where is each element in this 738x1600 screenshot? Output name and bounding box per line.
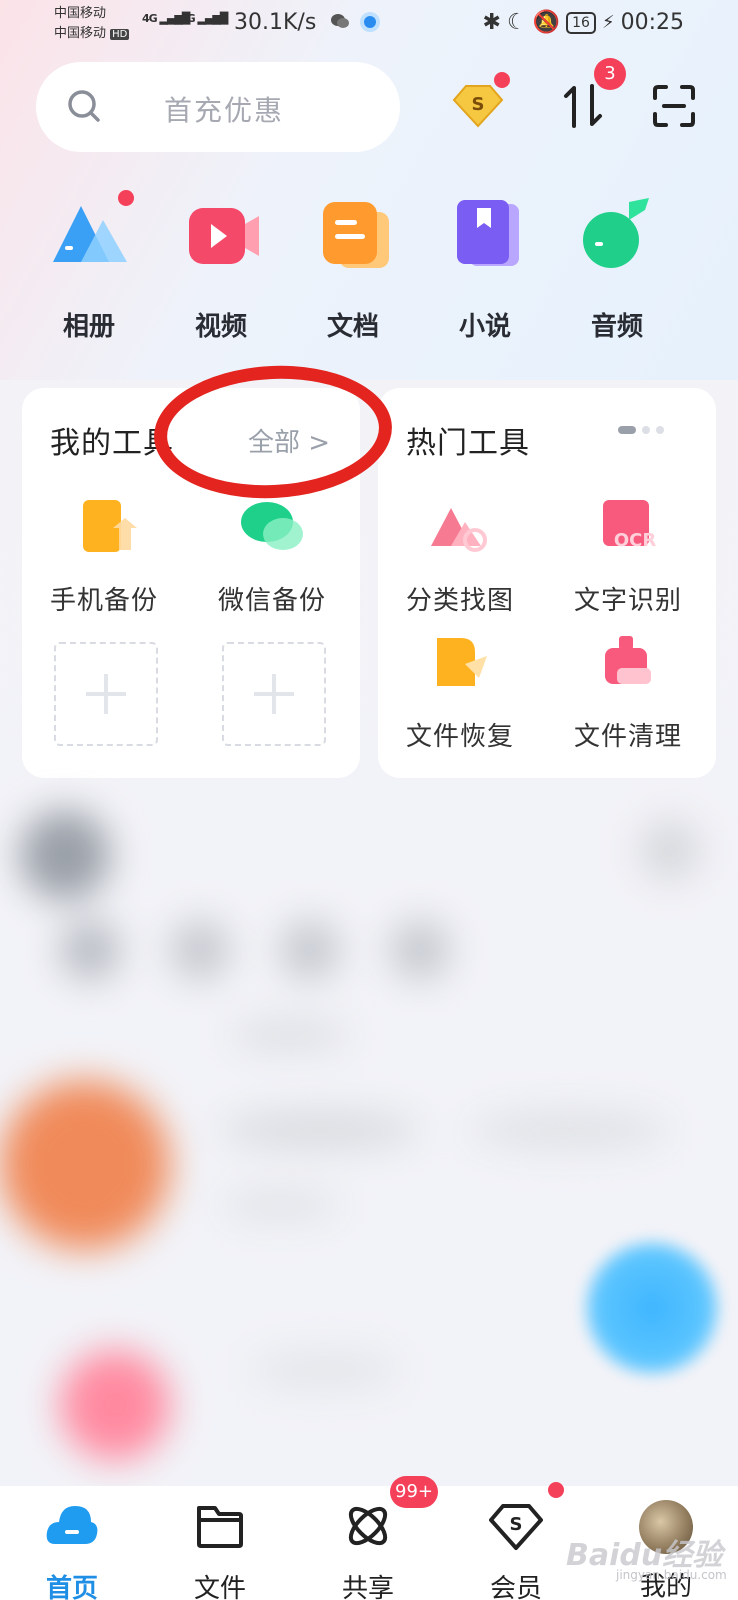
search-placeholder: 首充优惠	[164, 94, 285, 127]
clock: 00:25	[620, 10, 684, 35]
tool-label: 文件清理	[573, 722, 682, 752]
category-album[interactable]: 相册	[34, 196, 144, 343]
transfer-icon[interactable]	[562, 84, 604, 128]
nav-label: 会员	[489, 1574, 542, 1600]
carrier-info: 中国移动 中国移动 HD	[54, 4, 130, 45]
document-icon	[323, 202, 389, 268]
carrier-2: 中国移动 HD	[54, 26, 130, 41]
category-video[interactable]: 视频	[166, 196, 276, 343]
folder-icon	[197, 1506, 243, 1548]
app-notification-icon	[360, 12, 380, 32]
novel-icon	[457, 200, 519, 266]
hot-tools-card: 热门工具 分类找图 OCR 文字识别 文件恢复 文件清理	[378, 388, 716, 778]
moon-icon: ☾	[506, 10, 527, 35]
vip-nav-dot	[548, 1482, 564, 1498]
search-icon	[68, 90, 100, 122]
status-bar: 中国移动 中国移动 HD 4G ▂▄▆█ 4G ▂▄▆█ 30.1K/s ✱ ☾…	[0, 0, 738, 48]
category-label: 文档	[326, 312, 379, 342]
category-label: 相册	[62, 312, 115, 342]
vip-diamond-icon: S	[489, 1504, 543, 1550]
share-atom-icon	[348, 1506, 388, 1546]
signal-icon-2: 4G ▂▄▆█	[180, 12, 228, 25]
nav-label: 共享	[341, 1574, 394, 1600]
file-clean-icon	[605, 636, 651, 684]
tool-image-search[interactable]: 分类找图	[390, 498, 530, 617]
pager-dot-active	[618, 426, 636, 434]
charging-icon: ⚡	[601, 12, 615, 33]
category-label: 小说	[458, 312, 511, 342]
network-speed: 30.1K/s	[234, 10, 317, 35]
hot-tools-title: 热门工具	[406, 426, 530, 461]
file-recover-icon	[437, 638, 487, 686]
tool-file-clean[interactable]: 文件清理	[558, 634, 698, 753]
pager-dot	[656, 426, 664, 434]
nav-home[interactable]: 首页	[22, 1500, 122, 1600]
wechat-backup-icon	[241, 502, 303, 550]
watermark-url: jingyan.baidu.com	[616, 1568, 727, 1582]
ocr-icon: OCR	[603, 500, 657, 551]
hot-tools-pager	[618, 426, 664, 434]
nav-label: 文件	[193, 1574, 246, 1600]
nav-label: 首页	[45, 1574, 98, 1600]
category-label: 音频	[590, 312, 643, 342]
pager-dot	[642, 426, 650, 434]
image-search-icon	[431, 508, 487, 552]
nav-files[interactable]: 文件	[170, 1500, 270, 1600]
search-bar[interactable]: 首充优惠	[36, 62, 400, 152]
tool-file-recover[interactable]: 文件恢复	[390, 634, 530, 753]
status-right: ✱ ☾ 🔕 16 ⚡ 00:25	[483, 10, 684, 35]
nav-share[interactable]: 共享	[318, 1500, 418, 1600]
svg-text:S: S	[510, 1514, 523, 1535]
transfer-badge: 3	[594, 58, 626, 90]
hd-badge: HD	[110, 29, 130, 40]
vip-coin-icon[interactable]: S	[452, 82, 504, 128]
scan-icon[interactable]	[652, 84, 696, 128]
tool-phone-backup[interactable]: 手机备份	[34, 498, 174, 617]
vip-notification-dot	[494, 72, 510, 88]
tool-ocr[interactable]: OCR 文字识别	[558, 498, 698, 617]
floating-action-button[interactable]	[582, 1238, 722, 1378]
mute-bell-icon: 🔕	[532, 10, 561, 35]
svg-text:S: S	[472, 94, 485, 115]
tool-label: 微信备份	[217, 586, 326, 616]
tool-label: 文件恢复	[405, 722, 514, 752]
category-novel[interactable]: 小说	[430, 196, 540, 343]
tool-label: 文字识别	[573, 586, 682, 616]
nav-vip[interactable]: S 会员	[466, 1500, 566, 1600]
battery-icon: 16	[566, 11, 596, 34]
album-notification-dot	[118, 190, 134, 206]
carrier-1: 中国移动	[54, 6, 107, 21]
add-tool-slot-2[interactable]	[222, 642, 326, 746]
category-audio[interactable]: 音频	[562, 196, 672, 343]
tool-wechat-backup[interactable]: 微信备份	[202, 498, 342, 617]
audio-icon	[583, 198, 649, 268]
tool-label: 分类找图	[405, 586, 514, 616]
category-label: 视频	[194, 312, 247, 342]
ocr-text: OCR	[614, 530, 657, 551]
category-document[interactable]: 文档	[298, 196, 408, 343]
share-badge: 99+	[390, 1476, 438, 1508]
wechat-notification-icon	[331, 14, 349, 28]
blurred-feed	[0, 790, 738, 1480]
video-icon	[189, 208, 259, 264]
phone-backup-icon	[83, 500, 137, 552]
add-tool-slot-1[interactable]	[54, 642, 158, 746]
album-icon	[53, 206, 127, 262]
tool-label: 手机备份	[49, 586, 158, 616]
bluetooth-icon: ✱	[482, 10, 501, 35]
cloud-home-icon	[46, 1506, 98, 1544]
